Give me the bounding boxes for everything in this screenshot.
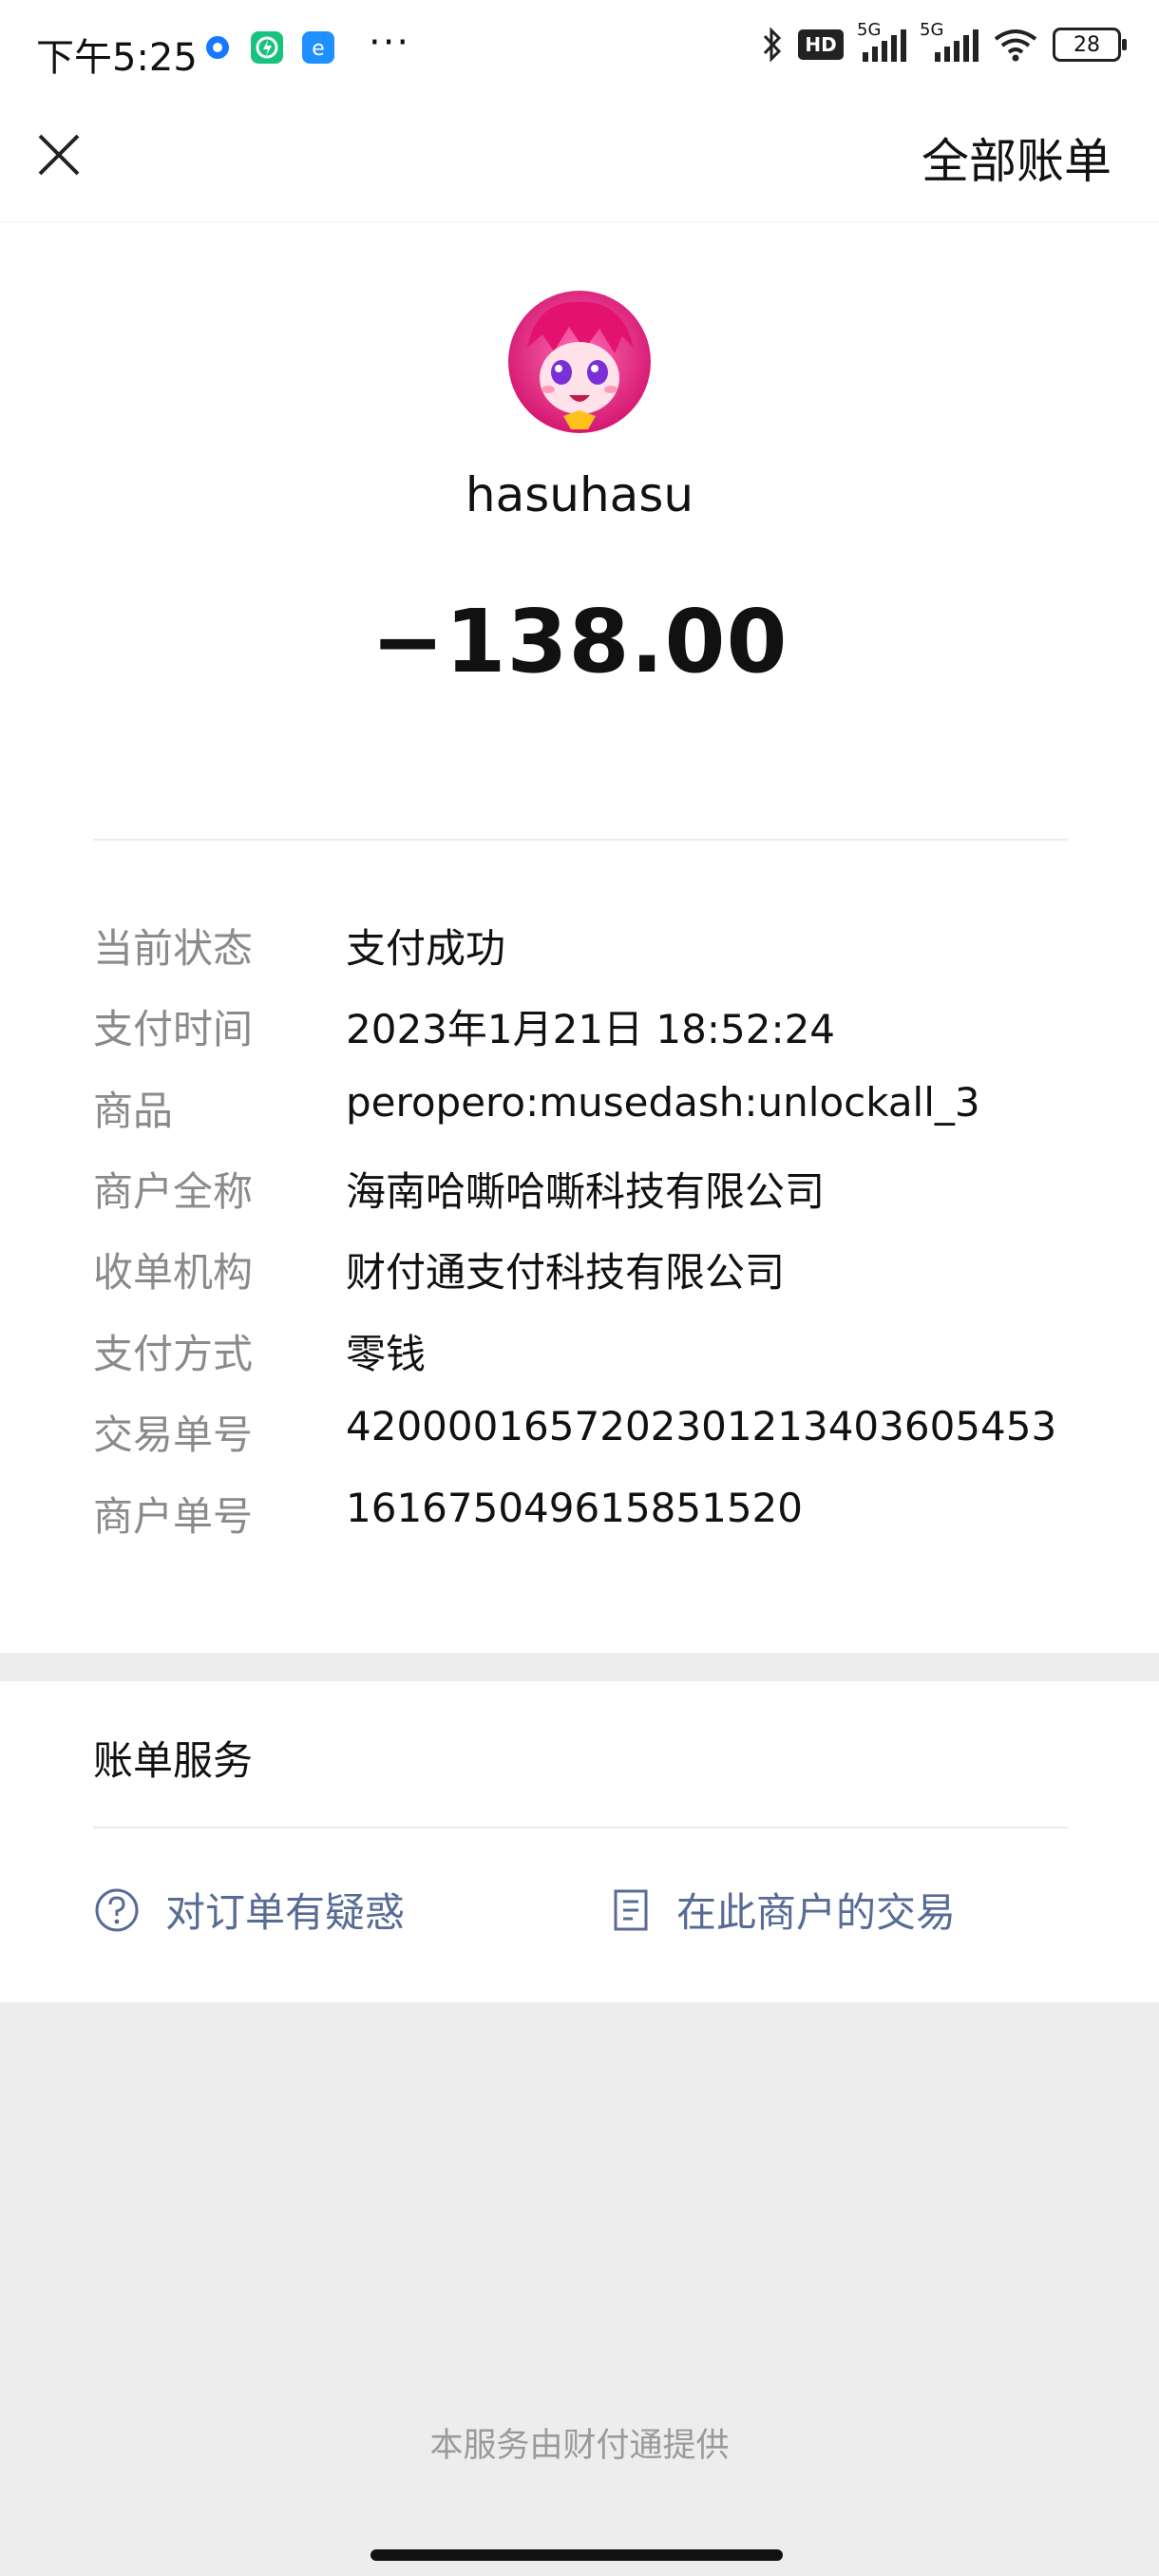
question-icon [95, 1888, 139, 1931]
app-notification-icon-3: e [302, 31, 334, 64]
battery-indicator: 28 [1053, 28, 1127, 62]
bill-service-title: 账单服务 [93, 1737, 254, 1784]
divider [93, 839, 1068, 841]
status-indicators: HD 5G 5G 28 [760, 20, 1127, 65]
detail-value: 支付成功 [346, 925, 506, 972]
order-question-label: 对订单有疑惑 [165, 1889, 406, 1936]
app-notification-icon-2 [251, 31, 283, 64]
hd-badge: HD [798, 29, 844, 60]
wifi-icon [994, 29, 1037, 62]
detail-value: peropero:musedash:unlockall_3 [346, 1079, 980, 1126]
status-time: 下午5:25 [36, 36, 198, 80]
bill-service-card: 账单服务 对订单有疑惑 在此商户的交易 [0, 1681, 1159, 2002]
detail-label: 支付方式 [93, 1331, 254, 1377]
network-type-1: 5G [857, 20, 882, 40]
merchant-avatar [508, 291, 651, 433]
app-notification-icon-1 [201, 31, 234, 64]
document-icon [614, 1889, 648, 1930]
detail-value: 财付通支付科技有限公司 [346, 1249, 786, 1296]
detail-label: 交易单号 [93, 1411, 254, 1458]
detail-row-product: 商品 peropero:musedash:unlockall_3 [93, 1079, 1138, 1155]
merchant-trades-label: 在此商户的交易 [676, 1889, 957, 1936]
detail-label: 收单机构 [93, 1249, 254, 1296]
signal-1: 5G [857, 20, 906, 64]
detail-label: 商户单号 [93, 1493, 254, 1540]
detail-value: 2023年1月21日 18:52:24 [346, 1006, 836, 1052]
transaction-detail-card: hasuhasu −138.00 当前状态 支付成功 支付时间 2023年1月2… [0, 222, 1159, 1653]
nav-bar: 全部账单 [0, 100, 1159, 222]
detail-row-status: 当前状态 支付成功 [93, 917, 1138, 993]
signal-2: 5G [920, 20, 978, 64]
detail-label: 商户全称 [93, 1168, 254, 1215]
detail-label: 支付时间 [93, 1006, 254, 1052]
detail-value: 零钱 [346, 1331, 427, 1377]
all-bills-link[interactable]: 全部账单 [922, 123, 1112, 192]
transaction-amount: −138.00 [370, 591, 788, 692]
detail-label: 当前状态 [93, 925, 254, 972]
network-type-2: 5G [920, 20, 944, 40]
divider [93, 1827, 1068, 1828]
home-indicator[interactable] [370, 2549, 783, 2561]
detail-value: 海南哈嘶哈嘶科技有限公司 [346, 1168, 826, 1215]
detail-row-transaction-id: 交易单号 4200001657202301213403605453 [93, 1403, 1138, 1479]
detail-label: 商品 [93, 1088, 174, 1134]
bluetooth-icon [763, 27, 782, 63]
detail-value: 161675049615851520 [346, 1485, 803, 1531]
merchant-trades-link[interactable]: 在此商户的交易 [610, 1881, 956, 1939]
status-bar: 下午5:25 e ··· HD 5G 5G 28 [0, 0, 1159, 100]
detail-row-acquirer: 收单机构 财付通支付科技有限公司 [93, 1241, 1138, 1316]
detail-row-merchant-order-id: 商户单号 161675049615851520 [93, 1485, 1138, 1561]
close-icon[interactable] [32, 128, 86, 181]
detail-row-pay-time: 支付时间 2023年1月21日 18:52:24 [93, 997, 1138, 1073]
detail-row-payment-method: 支付方式 零钱 [93, 1322, 1138, 1398]
more-notifications-icon: ··· [369, 21, 411, 65]
footer-provider-note: 本服务由财付通提供 [429, 2427, 730, 2465]
merchant-name: hasuhasu [465, 467, 694, 522]
svg-text:e: e [312, 37, 325, 61]
detail-value: 4200001657202301213403605453 [346, 1403, 1057, 1449]
detail-row-merchant-full-name: 商户全称 海南哈嘶哈嘶科技有限公司 [93, 1160, 1138, 1236]
order-question-link[interactable]: 对订单有疑惑 [93, 1881, 405, 1939]
